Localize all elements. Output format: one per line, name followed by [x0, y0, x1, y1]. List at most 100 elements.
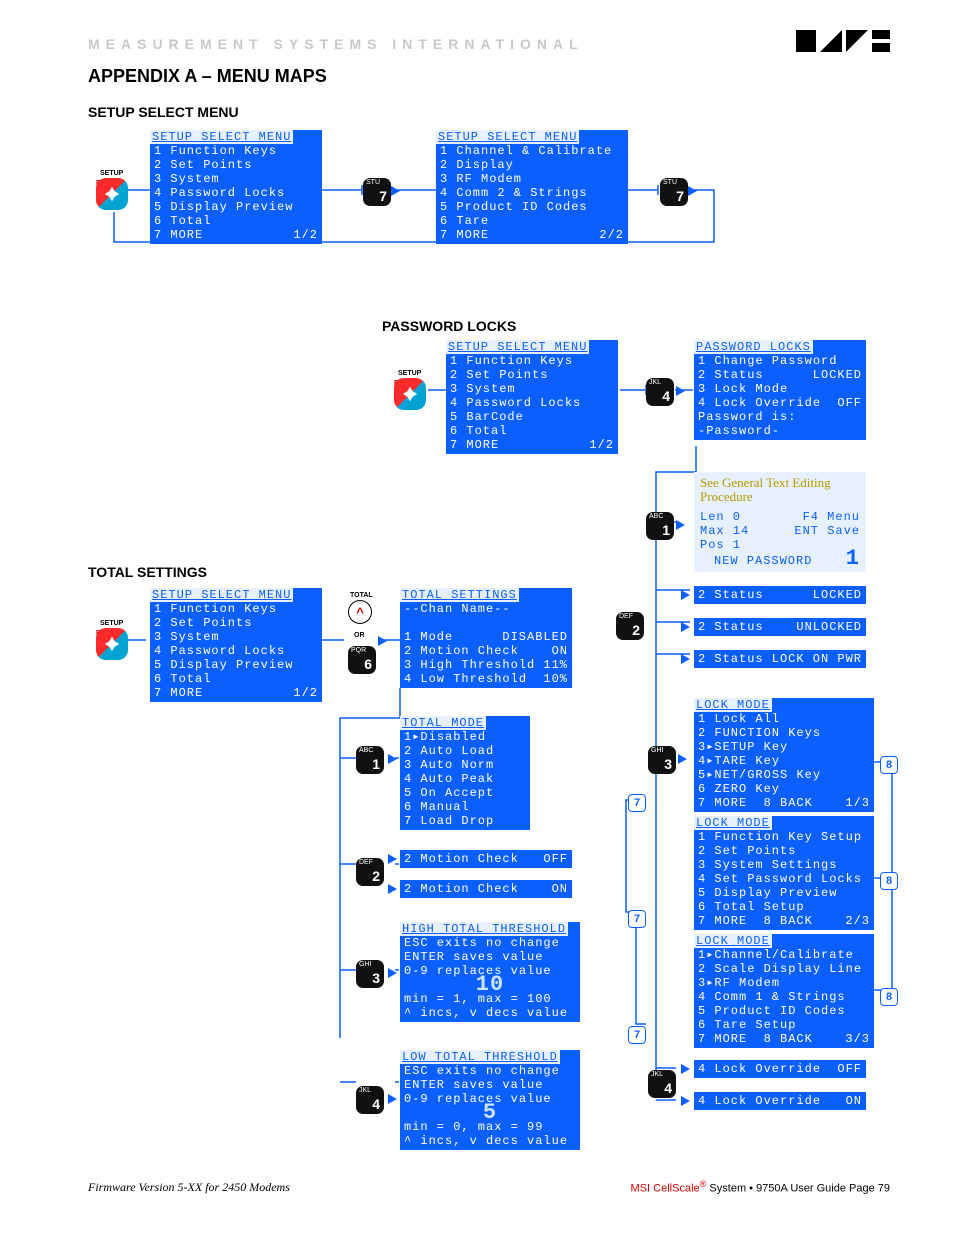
screen-title: SETUP SELECT MENU — [150, 588, 293, 602]
key-3[interactable]: GHI3 — [648, 746, 676, 774]
menu-more: 7 MORE 8 BACK — [698, 796, 813, 810]
key-4[interactable]: JKL4 — [646, 378, 674, 406]
menu-line: 3 System — [154, 630, 318, 644]
menu-line: 7 Load Drop — [404, 814, 526, 828]
menu-line: 6 Tare — [440, 214, 624, 228]
logo-msi — [796, 30, 890, 57]
screen-lockmode-1: LOCK MODE 1 Lock All 2 FUNCTION Keys 3▸S… — [694, 698, 874, 812]
key-8-boxed[interactable]: 8 — [880, 872, 898, 890]
arrow-icon — [681, 654, 690, 664]
menu-line: 2 Auto Load — [404, 744, 526, 758]
key-3[interactable]: GHI3 — [356, 960, 384, 988]
arrow-icon — [678, 754, 687, 764]
arrow-icon — [676, 386, 685, 396]
arrow-icon — [681, 590, 690, 600]
menu-line: 1▸Channel/Calibrate — [698, 948, 870, 962]
screen-title: SETUP SELECT MENU — [150, 130, 293, 144]
or-label: OR — [354, 632, 365, 639]
editor-note: See General Text Editing Procedure — [700, 476, 860, 504]
line: ESC exits no change — [404, 1064, 576, 1078]
arrow-icon — [388, 884, 397, 894]
menu-line: 3 High Threshold — [404, 658, 535, 672]
menu-line: 3 System Settings — [698, 858, 870, 872]
menu-val: ON — [552, 644, 568, 658]
key-7-boxed[interactable]: 7 — [628, 794, 646, 812]
menu-line: 2 Display — [440, 158, 624, 172]
arrow-icon — [681, 1064, 690, 1074]
key-1[interactable]: ABC1 — [356, 746, 384, 774]
menu-page: 1/2 — [293, 228, 318, 242]
key-7[interactable]: STU7 — [660, 178, 688, 206]
line: ENTER saves value — [404, 950, 576, 964]
key-num: 7 — [676, 188, 684, 204]
screen-title: SETUP SELECT MENU — [436, 130, 579, 144]
key-setup-esc[interactable] — [96, 628, 128, 660]
big-number: 10 — [476, 978, 504, 992]
key-sup: JKL — [359, 1087, 371, 1094]
key-7[interactable]: STU 7 — [363, 178, 391, 206]
override-off: 4 Lock OverrideOFF — [694, 1060, 866, 1078]
menu-page: 2/2 — [599, 228, 624, 242]
key-setup-esc[interactable] — [96, 178, 128, 210]
menu-line: 4 Low Threshold — [404, 672, 527, 686]
menu-val: DISABLED — [502, 630, 568, 644]
key-num: 2 — [632, 622, 640, 638]
menu-line: 2 Set Points — [450, 368, 614, 382]
screen-low-threshold: LOW TOTAL THRESHOLD ESC exits no change … — [400, 1050, 580, 1150]
menu-val: 11% — [543, 658, 568, 672]
header-text: MEASUREMENT SYSTEMS INTERNATIONAL — [88, 36, 584, 52]
screen-ssm-pw: SETUP SELECT MENU 1 Function Keys 2 Set … — [446, 340, 618, 454]
menu-line: 3 RF Modem — [440, 172, 624, 186]
menu-line: 3 Auto Norm — [404, 758, 526, 772]
big-number: 5 — [483, 1106, 497, 1120]
menu-line: 4 Comm 2 & Strings — [440, 186, 624, 200]
key-4[interactable]: JKL4 — [648, 1070, 676, 1098]
key-8-boxed[interactable]: 8 — [880, 988, 898, 1006]
key-setup-esc[interactable] — [394, 378, 426, 410]
menu-line: 2 Motion Check — [404, 644, 519, 658]
key-4[interactable]: JKL4 — [356, 1086, 384, 1114]
key-2[interactable]: DEF2 — [616, 612, 644, 640]
menu-line: 3 System — [154, 172, 318, 186]
menu-val: OFF — [837, 396, 862, 410]
section-password-locks: PASSWORD LOCKS — [382, 318, 516, 334]
status-lockonpwr: 2 StatusLOCK ON PWR — [694, 650, 866, 668]
menu-val: LOCKED — [813, 368, 862, 382]
big-number: 1 — [846, 552, 860, 566]
key-num: 7 — [379, 188, 387, 204]
menu-line: 1 Function Key Setup — [698, 830, 870, 844]
menu-line: 5 On Accept — [404, 786, 526, 800]
menu-line: 5 Display Preview — [154, 200, 318, 214]
menu-page: 1/2 — [589, 438, 614, 452]
menu-line: 3 Lock Mode — [698, 382, 862, 396]
menu-line: 2 Scale Display Line — [698, 962, 870, 976]
menu-line: 6 Manual — [404, 800, 526, 814]
menu-line: 5 Display Preview — [154, 658, 318, 672]
key-7-boxed[interactable]: 7 — [628, 1026, 646, 1044]
menu-page: 3/3 — [845, 1032, 870, 1046]
key-num: 1 — [662, 522, 670, 538]
key-num: 4 — [664, 1080, 672, 1096]
key-1[interactable]: ABC1 — [646, 512, 674, 540]
screen-ssm-total: SETUP SELECT MENU 1 Function Keys 2 Set … — [150, 588, 322, 702]
menu-line: 6 Total — [154, 214, 318, 228]
key-7-boxed[interactable]: 7 — [628, 910, 646, 928]
menu-more: 7 MORE 8 BACK — [698, 914, 813, 928]
field: NEW PASSWORD — [714, 554, 812, 568]
total-icon[interactable]: ^ — [348, 600, 372, 624]
menu-line: 4 Password Locks — [154, 644, 318, 658]
key-2[interactable]: DEF2 — [356, 858, 384, 886]
menu-more: 7 MORE — [440, 228, 489, 242]
arrow-icon — [388, 754, 397, 764]
menu-page: 1/2 — [293, 686, 318, 700]
key-num: 1 — [372, 756, 380, 772]
key-6[interactable]: PQR6 — [348, 646, 376, 674]
editor-panel: See General Text Editing Procedure Len 0… — [694, 472, 866, 572]
key-8-boxed[interactable]: 8 — [880, 756, 898, 774]
field: Pos 1 — [700, 538, 741, 552]
menu-line: 3▸SETUP Key — [698, 740, 870, 754]
key-sup: STU — [366, 179, 380, 186]
menu-line: 2 FUNCTION Keys — [698, 726, 870, 740]
arrow-icon — [388, 968, 397, 978]
line: min = 1, max = 100 — [404, 992, 576, 1006]
